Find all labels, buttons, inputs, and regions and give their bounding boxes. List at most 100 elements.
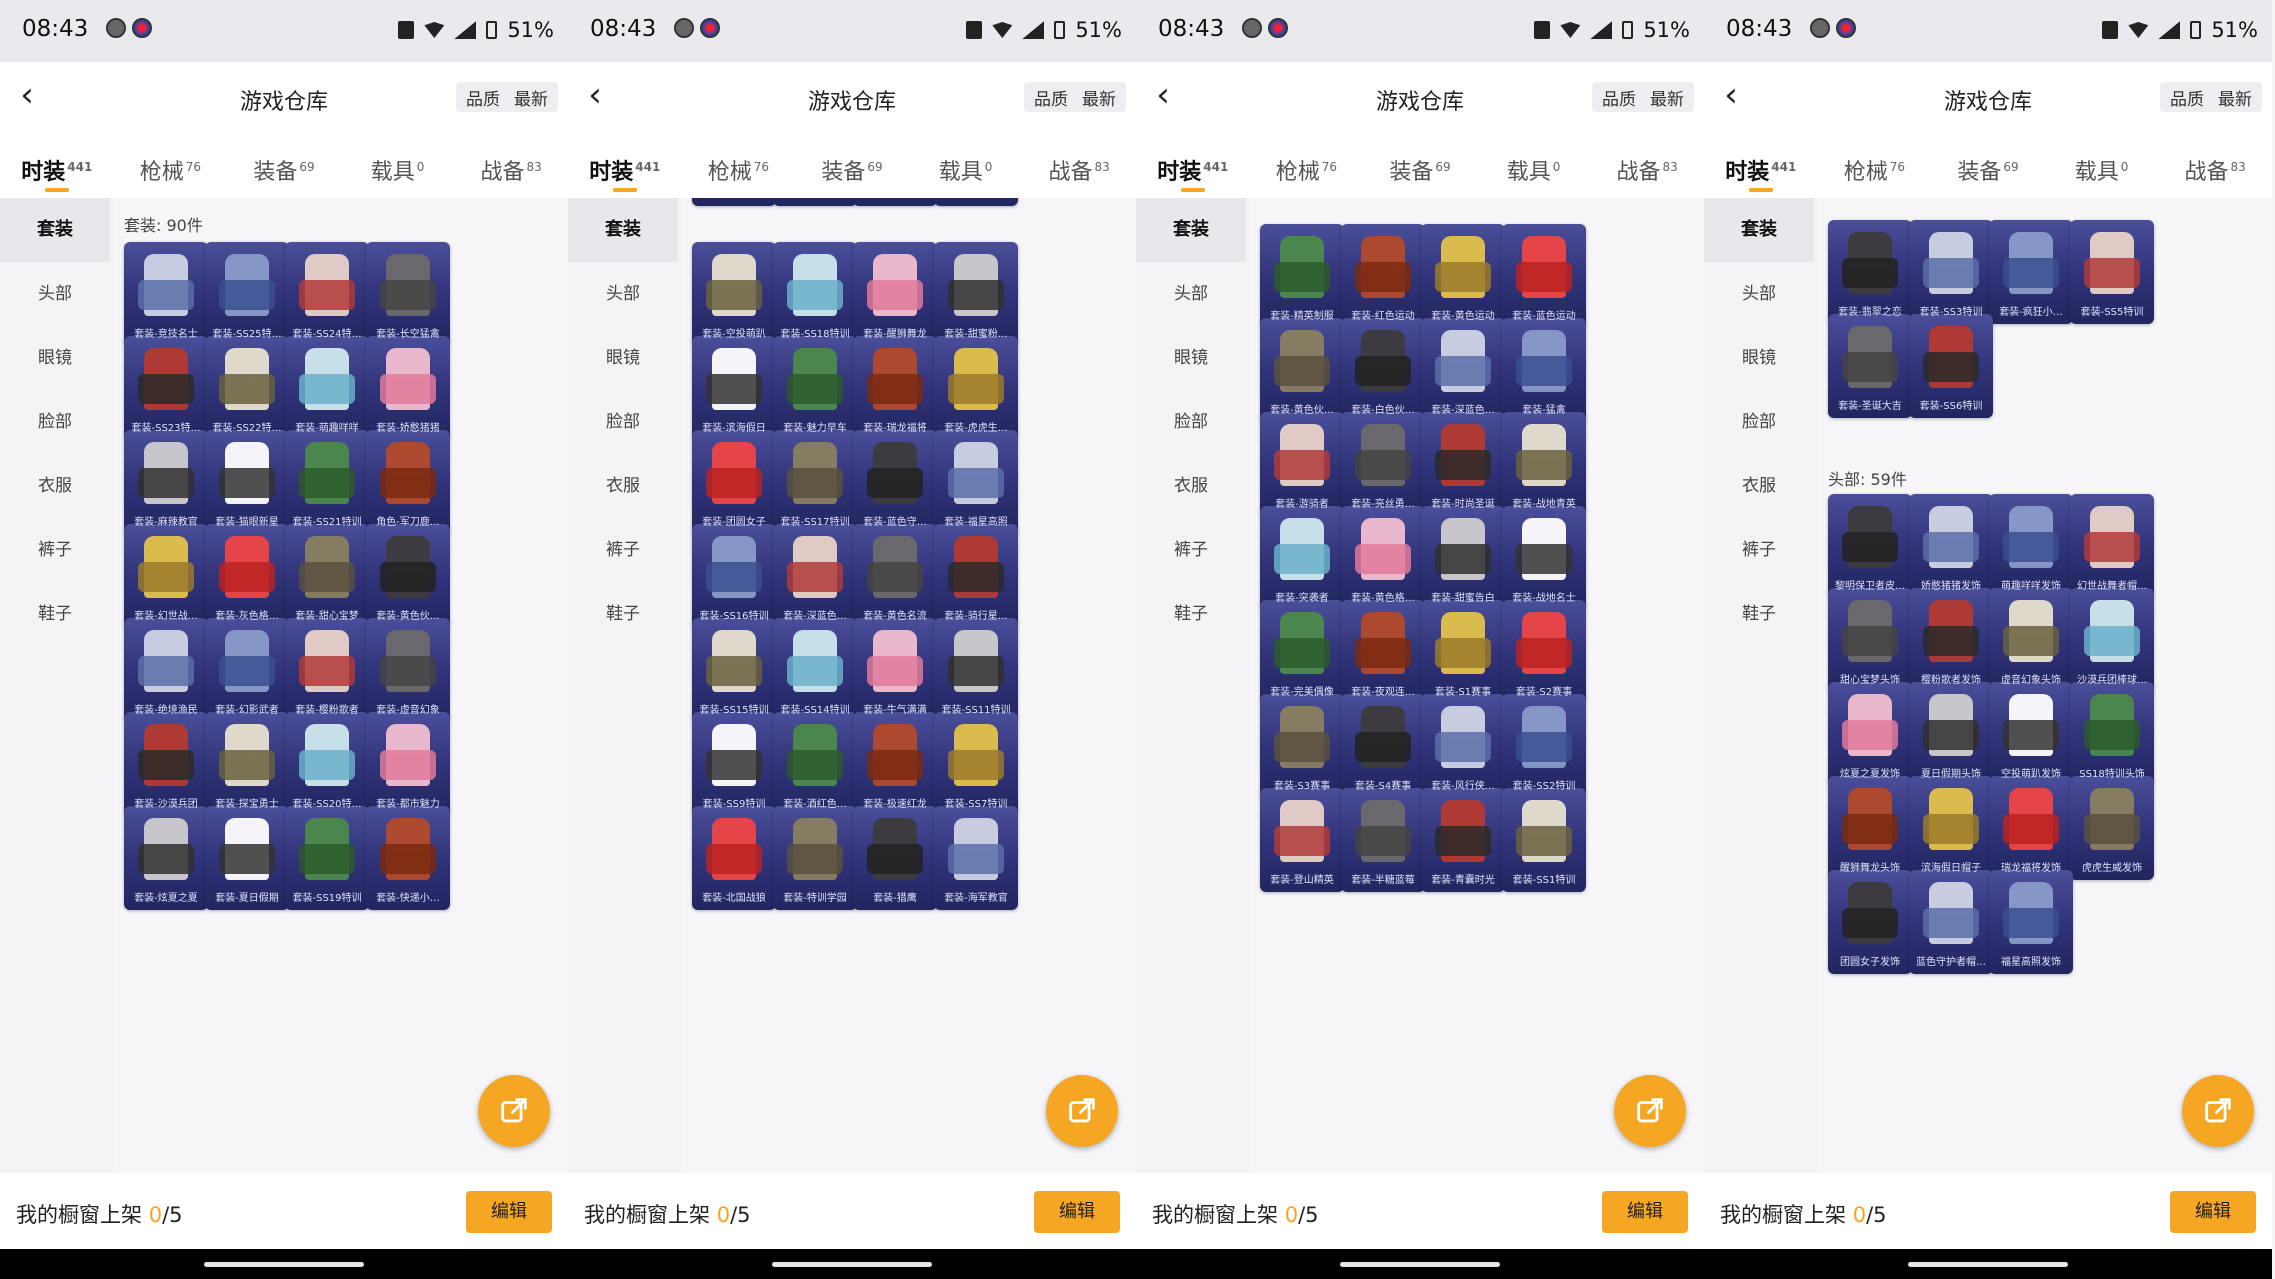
item-card[interactable]: 套装-S1赛事 [1421, 600, 1505, 704]
item-card[interactable]: 套装-醒狮舞龙 [853, 242, 937, 346]
share-fab-button[interactable] [1046, 1075, 1118, 1147]
sidebar-item-3[interactable]: 脸部 [1136, 390, 1246, 454]
sidebar-item-6[interactable]: 鞋子 [568, 582, 678, 646]
home-gesture-handle[interactable] [1340, 1262, 1500, 1267]
item-card[interactable]: 滨海假日帽子 [1909, 776, 1993, 880]
edit-button[interactable]: 编辑 [2170, 1191, 2256, 1233]
item-card[interactable]: 套装-幻世战… [124, 524, 208, 628]
sidebar-item-6[interactable]: 鞋子 [1704, 582, 1814, 646]
item-card[interactable]: 套装-半糖蓝莓 [1341, 788, 1425, 892]
item-card[interactable]: 空投萌趴发饰 [1989, 682, 2073, 786]
item-card[interactable]: 套装-白色伙… [1341, 318, 1425, 422]
item-card[interactable]: 套装-翡翠之恋 [1828, 220, 1912, 324]
item-card[interactable]: 套装-圣诞大吉 [1828, 314, 1912, 418]
tab-4[interactable]: 战备 83 [454, 132, 568, 198]
sidebar-item-4[interactable]: 衣服 [568, 454, 678, 518]
item-card[interactable]: 团圆女子发饰 [1828, 870, 1912, 974]
home-gesture-handle[interactable] [1908, 1262, 2068, 1267]
item-card[interactable]: 套装-SS19特训 [285, 806, 369, 910]
tab-2[interactable]: 装备 69 [227, 132, 341, 198]
item-card[interactable]: 套装-SS16特训 [692, 524, 776, 628]
item-card[interactable]: 套装-长空猛禽 [366, 242, 450, 346]
item-card[interactable]: 黎明保卫者皮… [1828, 494, 1912, 598]
item-card[interactable]: 套装-深蓝色… [1421, 318, 1505, 422]
item-card[interactable]: 套装-快递小… [366, 806, 450, 910]
item-card[interactable]: 幻世战舞者帽… [2070, 494, 2154, 598]
item-card[interactable]: 虎虎生威发饰 [2070, 776, 2154, 880]
tab-2[interactable]: 装备 69 [1363, 132, 1477, 198]
sidebar-item-3[interactable]: 脸部 [568, 390, 678, 454]
item-card[interactable]: 萌趣咩咩发饰 [1989, 494, 2073, 598]
sidebar-item-4[interactable]: 衣服 [1136, 454, 1246, 518]
sidebar-item-5[interactable]: 裤子 [568, 518, 678, 582]
item-card[interactable]: 套装-突袭者 [1260, 506, 1344, 610]
tab-1[interactable]: 枪械 76 [1818, 132, 1932, 198]
tab-3[interactable]: 载具 0 [341, 132, 455, 198]
item-card[interactable]: 套装-疯狂小… [1989, 220, 2073, 324]
item-card[interactable]: 醒狮舞龙头饰 [1828, 776, 1912, 880]
item-card[interactable]: 套装-SS22特… [205, 336, 289, 440]
item-card[interactable]: 套装-炫夏之夏 [124, 806, 208, 910]
sidebar-item-0[interactable]: 套装 [568, 198, 678, 262]
item-card[interactable]: 套装-S3赛事 [1260, 694, 1344, 798]
item-card[interactable]: 套装-SS2特训 [1502, 694, 1586, 798]
item-card[interactable]: 套装-登山精英 [1260, 788, 1344, 892]
tab-1[interactable]: 枪械 76 [1250, 132, 1364, 198]
item-card[interactable]: 套装-魅力早车 [773, 336, 857, 440]
home-gesture-handle[interactable] [204, 1262, 364, 1267]
sidebar-item-5[interactable]: 裤子 [0, 518, 110, 582]
item-card[interactable]: 套装-亮丝勇… [1341, 412, 1425, 516]
item-card[interactable]: 樱粉歌者发饰 [1909, 588, 1993, 692]
item-card[interactable]: 套装-特训学园 [773, 806, 857, 910]
sidebar-item-0[interactable]: 套装 [1136, 198, 1246, 262]
sort-newest-button[interactable]: 最新 [1080, 85, 1118, 110]
sort-quality-button[interactable]: 品质 [2168, 85, 2206, 110]
item-card[interactable]: 夏日假期头饰 [1909, 682, 1993, 786]
item-card[interactable]: 套装-SS17特训 [773, 430, 857, 534]
item-card[interactable]: 套装-战地青英 [1502, 412, 1586, 516]
item-card[interactable]: 炫夏之夏发饰 [1828, 682, 1912, 786]
item-card[interactable]: 套装-猎鹰 [853, 806, 937, 910]
sidebar-item-2[interactable]: 眼镜 [1136, 326, 1246, 390]
tab-1[interactable]: 枪械 76 [114, 132, 228, 198]
item-card[interactable]: 套装-SS14特训 [773, 618, 857, 722]
sidebar-item-0[interactable]: 套装 [0, 198, 110, 262]
sidebar-item-2[interactable]: 眼镜 [568, 326, 678, 390]
sort-quality-button[interactable]: 品质 [1600, 85, 1638, 110]
item-card[interactable]: 套装-SS7特训 [934, 712, 1018, 816]
item-card[interactable]: 套装-竞技名士 [124, 242, 208, 346]
item-card[interactable]: SS18特训头饰 [2070, 682, 2154, 786]
item-card[interactable]: 套装-黄色名流 [853, 524, 937, 628]
item-card[interactable]: 套装-灰色格… [205, 524, 289, 628]
item-card[interactable]: 套装-滨海假日 [692, 336, 776, 440]
item-card[interactable]: 套装-萌趣咩咩 [285, 336, 369, 440]
sidebar-item-1[interactable]: 头部 [568, 262, 678, 326]
item-card[interactable]: 套装-娇憨猪猪 [366, 336, 450, 440]
item-card[interactable]: 套装-时尚圣诞 [1421, 412, 1505, 516]
sort-quality-button[interactable]: 品质 [464, 85, 502, 110]
sort-quality-button[interactable]: 品质 [1032, 85, 1070, 110]
item-card[interactable]: 套装-甜蜜粉… [934, 242, 1018, 346]
tab-0[interactable]: 时装 441 [0, 132, 114, 198]
share-fab-button[interactable] [1614, 1075, 1686, 1147]
item-card[interactable]: 套装-猛禽 [1502, 318, 1586, 422]
item-card[interactable]: 套装-福星高照 [934, 430, 1018, 534]
home-gesture-handle[interactable] [772, 1262, 932, 1267]
item-card[interactable]: 甜心宝梦头饰 [1828, 588, 1912, 692]
item-card[interactable]: 套装-SS18特训 [773, 242, 857, 346]
share-fab-button[interactable] [478, 1075, 550, 1147]
item-card[interactable]: 套装-猫眼新星 [205, 430, 289, 534]
sort-newest-button[interactable]: 最新 [1648, 85, 1686, 110]
item-card[interactable]: 套装-都市魅力 [366, 712, 450, 816]
item-card[interactable]: 套装-游骑者 [1260, 412, 1344, 516]
item-card[interactable]: 套装-团圆女子 [692, 430, 776, 534]
item-card[interactable]: 沙漠兵团棒球… [2070, 588, 2154, 692]
sort-newest-button[interactable]: 最新 [2216, 85, 2254, 110]
sidebar-item-4[interactable]: 衣服 [0, 454, 110, 518]
item-card[interactable]: 套装-麻辣教官 [124, 430, 208, 534]
tab-0[interactable]: 时装 441 [1704, 132, 1818, 198]
item-card[interactable]: 虚音幻象头饰 [1989, 588, 2073, 692]
item-card[interactable]: 套装-绝境渔民 [124, 618, 208, 722]
item-card[interactable]: 套装-风行侠… [1421, 694, 1505, 798]
item-card[interactable]: 套装-SS3特训 [1909, 220, 1993, 324]
